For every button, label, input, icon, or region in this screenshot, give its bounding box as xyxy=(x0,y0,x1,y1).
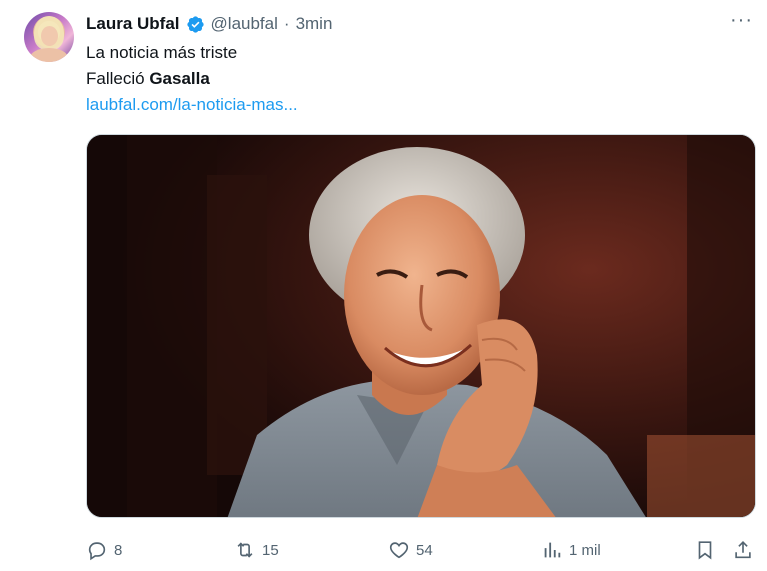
like-count: 54 xyxy=(416,541,433,559)
share-button[interactable] xyxy=(732,536,754,564)
more-icon[interactable]: ··· xyxy=(730,10,753,30)
reply-button[interactable]: 8 xyxy=(86,536,122,564)
views-button[interactable]: 1 mil xyxy=(541,536,601,564)
retweet-icon xyxy=(237,542,253,558)
tweet-text: La noticia más triste Falleció Gasalla l… xyxy=(86,40,298,118)
tweet-line-2: Falleció Gasalla xyxy=(86,66,298,92)
share-icon xyxy=(735,541,751,559)
avatar[interactable] xyxy=(24,12,74,62)
bookmark-button[interactable] xyxy=(694,536,716,564)
like-button[interactable]: 54 xyxy=(388,536,433,564)
photo-illustration xyxy=(87,135,755,517)
views-icon xyxy=(544,542,561,558)
tweet-line-2-strong: Gasalla xyxy=(149,69,210,88)
reply-icon xyxy=(88,542,106,561)
action-bar: 8 15 54 1 mil xyxy=(86,536,756,564)
like-icon xyxy=(389,542,409,559)
tweet-line-1: La noticia más triste xyxy=(86,43,238,62)
avatar-face xyxy=(41,26,58,46)
bookmark-icon xyxy=(698,541,712,560)
retweet-button[interactable]: 15 xyxy=(234,536,279,564)
tweet-card[interactable]: Laura Ubfal @laubfal · 3min ··· La notic… xyxy=(0,0,767,571)
reply-count: 8 xyxy=(114,541,123,559)
timestamp[interactable]: 3min xyxy=(296,14,333,34)
avatar-shoulders xyxy=(30,48,68,62)
tweet-photo[interactable] xyxy=(86,134,756,518)
author-name[interactable]: Laura Ubfal xyxy=(86,14,180,34)
author-handle[interactable]: @laubfal xyxy=(211,14,278,34)
tweet-line-2-prefix: Falleció xyxy=(86,69,150,88)
verified-badge-icon[interactable] xyxy=(186,15,205,34)
tweet-header: Laura Ubfal @laubfal · 3min xyxy=(86,12,332,36)
separator-dot: · xyxy=(283,14,290,33)
tweet-link[interactable]: laubfal.com/la-noticia-mas... xyxy=(86,92,298,118)
retweet-count: 15 xyxy=(262,541,279,559)
views-count: 1 mil xyxy=(569,541,601,559)
